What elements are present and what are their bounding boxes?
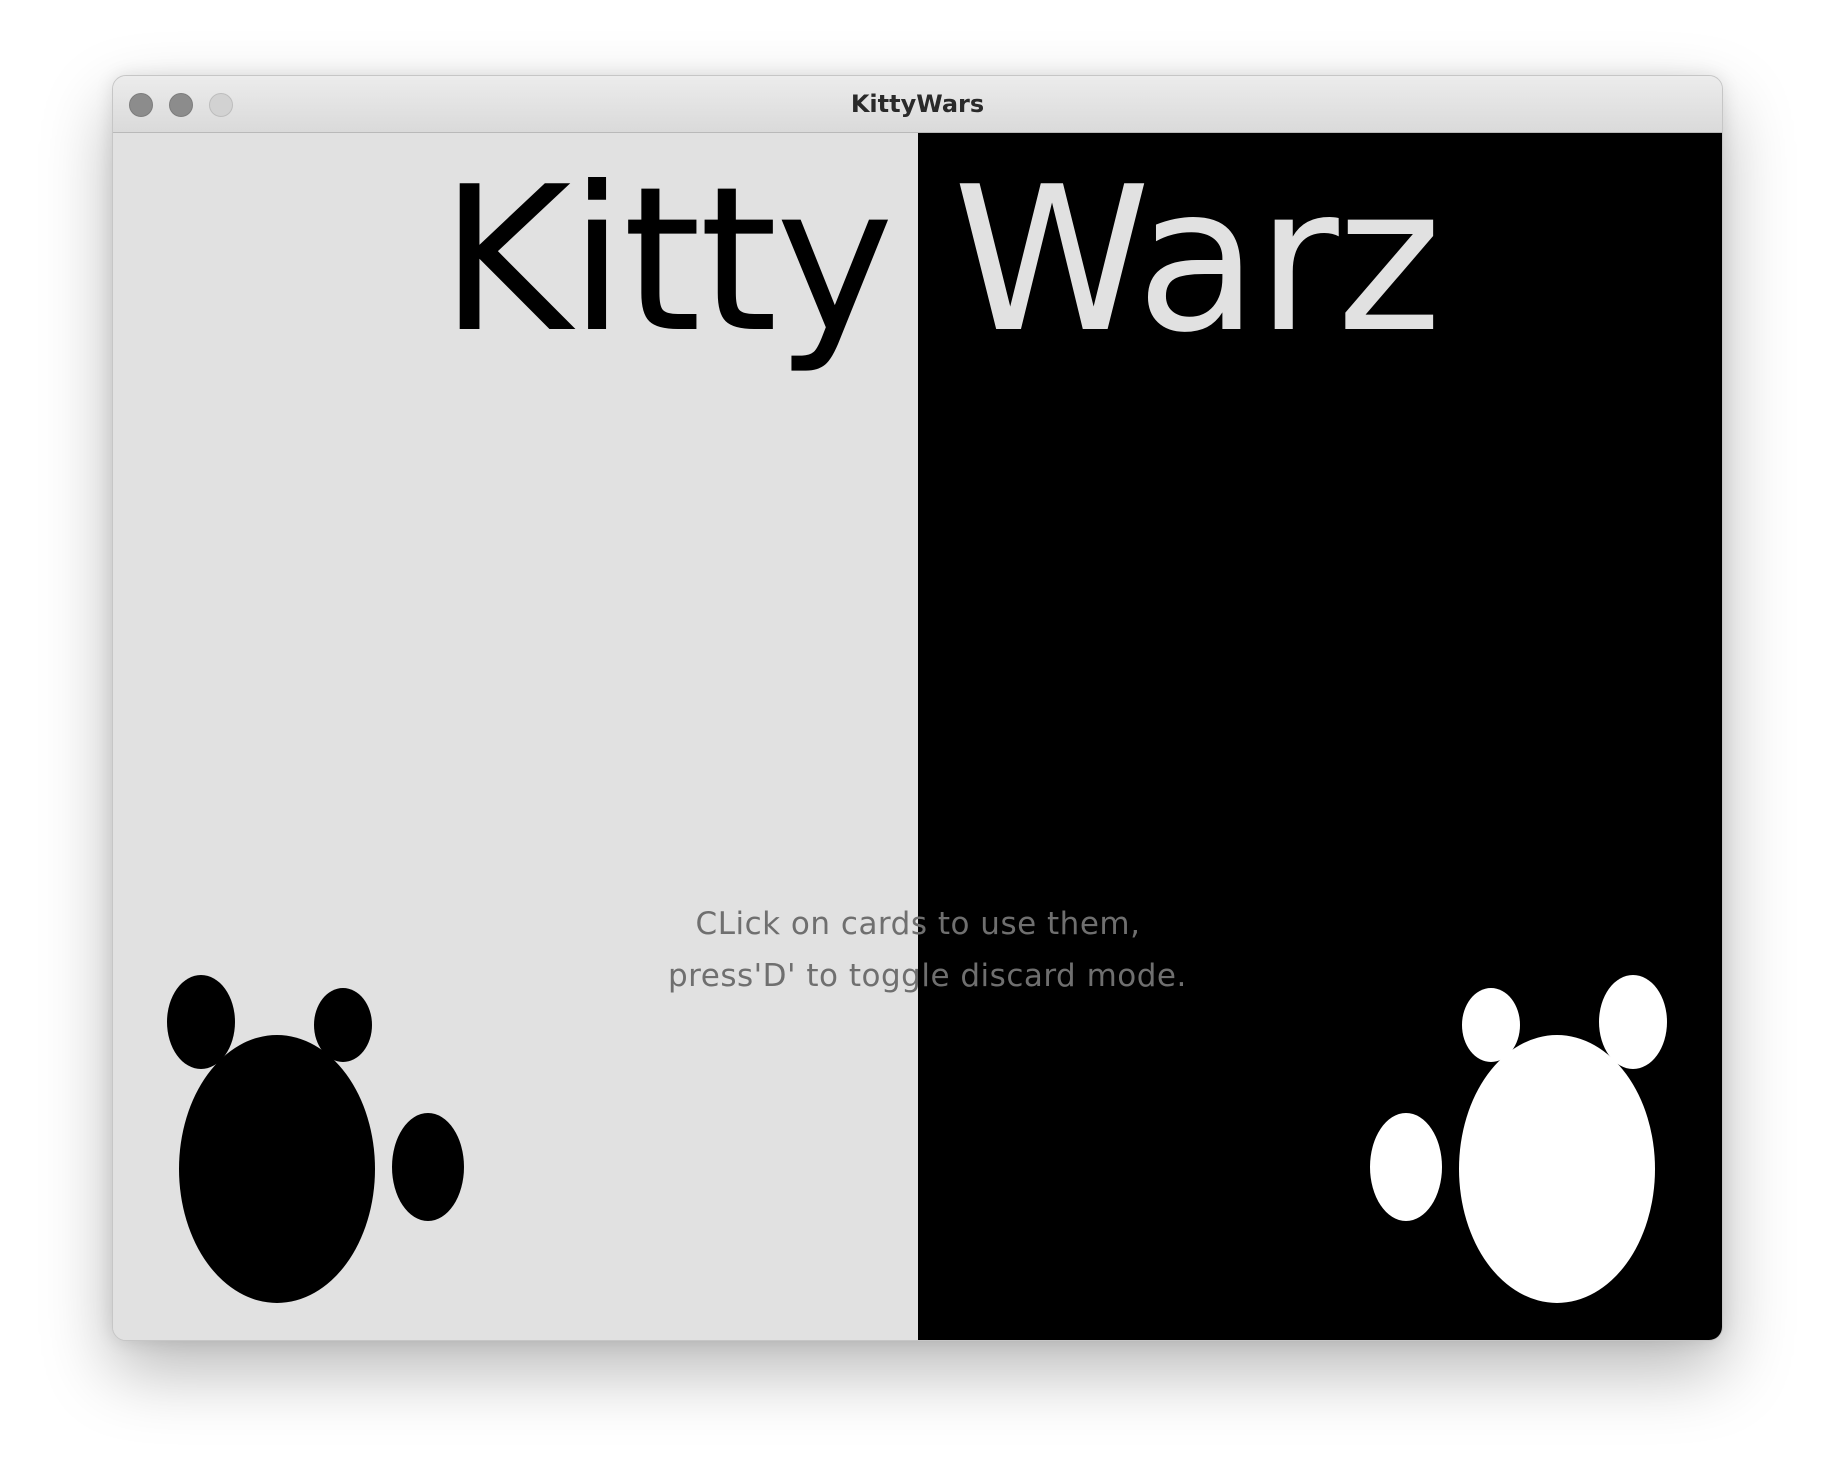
right-paw-toe-3 <box>1370 1113 1442 1221</box>
right-paw-pad <box>1459 1035 1655 1303</box>
left-paw-pad <box>179 1035 375 1303</box>
paw-layer <box>167 975 1667 1303</box>
paw-print-icon <box>1370 975 1667 1303</box>
app-window: KittyWars Kitty Warz CLick on cards to u… <box>112 75 1723 1341</box>
game-canvas[interactable]: Kitty Warz CLick on cards to use them, p… <box>113 133 1722 1340</box>
left-paw-toe-1 <box>167 975 235 1069</box>
right-paw-toe-1 <box>1599 975 1667 1069</box>
left-paw-toe-3 <box>392 1113 464 1221</box>
left-paw-toe-2 <box>314 988 372 1062</box>
right-paw-toe-2 <box>1462 988 1520 1062</box>
paw-print-icon <box>167 975 464 1303</box>
window-title: KittyWars <box>850 90 985 118</box>
title-bar[interactable]: KittyWars <box>113 76 1722 133</box>
